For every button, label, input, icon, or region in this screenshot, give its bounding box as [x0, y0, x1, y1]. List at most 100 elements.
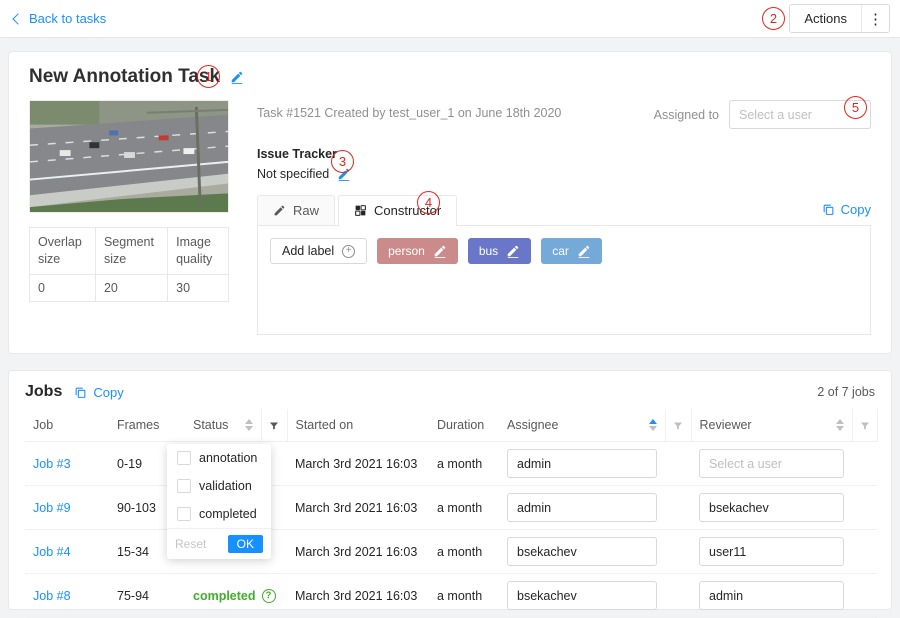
param-header-segment: Segment size [95, 228, 167, 275]
issue-tracker-label: Issue Tracker [257, 147, 871, 161]
back-label: Back to tasks [29, 11, 106, 26]
issue-tracker-value: Not specified [257, 167, 329, 181]
label-name: person [388, 244, 425, 258]
tab-raw[interactable]: Raw [257, 195, 335, 225]
job-link[interactable]: Job #8 [33, 589, 71, 603]
pencil-icon [273, 204, 286, 217]
labels-constructor-panel: Add label person bus car [257, 225, 871, 335]
back-to-tasks-link[interactable]: Back to tasks [10, 11, 106, 26]
jobs-card: Jobs Copy 2 of 7 jobs Job Frames [8, 370, 892, 610]
sort-carets-icon [836, 419, 844, 431]
param-header-quality: Image quality [168, 228, 229, 275]
started-cell: March 3rd 2021 16:03 [287, 574, 429, 618]
task-meta: Task #1521 Created by test_user_1 on Jun… [257, 100, 561, 120]
copy-icon [822, 203, 835, 216]
col-started: Started on [287, 409, 429, 442]
assignee-input[interactable] [507, 449, 657, 478]
reviewer-input[interactable] [699, 537, 844, 566]
started-cell: March 3rd 2021 16:03 [287, 530, 429, 574]
copy-labels-link[interactable]: Copy [822, 202, 871, 225]
filter-option-completed[interactable]: completed [167, 500, 271, 528]
sort-carets-icon [245, 419, 253, 431]
job-link[interactable]: Job #3 [33, 457, 71, 471]
col-reviewer[interactable]: Reviewer [691, 409, 852, 442]
job-link[interactable]: Job #4 [33, 545, 71, 559]
duration-cell: a month [429, 486, 499, 530]
param-value-quality: 30 [168, 274, 229, 301]
jobs-count: 2 of 7 jobs [817, 385, 875, 399]
task-assignee-input[interactable] [729, 100, 871, 129]
job-row: Job #8 75-94 completed March 3rd 2021 16… [25, 574, 877, 618]
task-details-card: New Annotation Task [8, 51, 892, 354]
actions-split-button: Actions [789, 4, 890, 33]
copy-labels-label: Copy [841, 202, 871, 217]
label-tag-car[interactable]: car [541, 238, 602, 264]
edit-issue-tracker-icon[interactable] [337, 167, 351, 181]
frames-cell: 75-94 [109, 574, 185, 618]
checkbox-icon[interactable] [177, 507, 191, 521]
status-filter-dropdown: annotation validation completed Reset OK [167, 444, 271, 559]
edit-label-icon[interactable] [577, 244, 591, 258]
top-bar: Back to tasks Actions [0, 0, 900, 38]
label-name: car [552, 244, 569, 258]
reviewer-input[interactable] [699, 449, 844, 478]
blocks-icon [354, 204, 367, 217]
col-duration: Duration [429, 409, 499, 442]
back-chevron-icon [12, 13, 23, 24]
assignee-input[interactable] [507, 493, 657, 522]
tab-constructor[interactable]: Constructor [338, 195, 457, 226]
plus-circle-icon [342, 245, 355, 258]
sort-carets-icon [649, 419, 657, 431]
help-circle-icon[interactable] [262, 589, 276, 603]
col-assignee[interactable]: Assignee [499, 409, 665, 442]
jobs-title: Jobs [25, 383, 62, 401]
job-row: Job #3 0-19 March 3rd 2021 16:03 a month [25, 442, 877, 486]
kebab-menu-icon[interactable] [861, 5, 889, 32]
edit-label-icon[interactable] [433, 244, 447, 258]
task-title: New Annotation Task [29, 66, 220, 88]
reviewer-filter-icon[interactable] [852, 409, 877, 442]
param-header-overlap: Overlap size [30, 228, 96, 275]
param-value-overlap: 0 [30, 274, 96, 301]
reviewer-input[interactable] [699, 493, 844, 522]
jobs-table: Job Frames Status Started on Duration As… [25, 409, 878, 618]
col-frames: Frames [109, 409, 185, 442]
reviewer-input[interactable] [699, 581, 844, 610]
copy-jobs-link[interactable]: Copy [74, 385, 123, 400]
checkbox-icon[interactable] [177, 451, 191, 465]
filter-ok-button[interactable]: OK [228, 535, 263, 553]
assignee-filter-icon[interactable] [665, 409, 691, 442]
tab-raw-label: Raw [293, 203, 319, 218]
edit-task-name-icon[interactable] [230, 70, 244, 84]
col-status[interactable]: Status [185, 409, 261, 442]
filter-reset-button[interactable]: Reset [175, 537, 206, 551]
label-tag-bus[interactable]: bus [468, 238, 531, 264]
filter-option-annotation[interactable]: annotation [167, 444, 271, 472]
copy-jobs-label: Copy [93, 385, 123, 400]
job-row: Job #4 15-34 March 3rd 2021 16:03 a mont… [25, 530, 877, 574]
checkbox-icon[interactable] [177, 479, 191, 493]
assigned-to-label: Assigned to [654, 108, 719, 122]
started-cell: March 3rd 2021 16:03 [287, 442, 429, 486]
filter-option-validation[interactable]: validation [167, 472, 271, 500]
duration-cell: a month [429, 530, 499, 574]
started-cell: March 3rd 2021 16:03 [287, 486, 429, 530]
status-filter-icon[interactable] [261, 409, 287, 442]
task-preview-image [29, 100, 229, 213]
job-link[interactable]: Job #9 [33, 501, 71, 515]
assignee-input[interactable] [507, 537, 657, 566]
copy-icon [74, 386, 87, 399]
edit-label-icon[interactable] [506, 244, 520, 258]
assignee-input[interactable] [507, 581, 657, 610]
param-value-segment: 20 [95, 274, 167, 301]
status-completed: completed [193, 589, 276, 603]
task-params-table: Overlap size Segment size Image quality … [29, 227, 229, 302]
col-job: Job [25, 409, 109, 442]
label-name: bus [479, 244, 498, 258]
tab-constructor-label: Constructor [374, 203, 441, 218]
add-label-button[interactable]: Add label [270, 238, 367, 264]
label-tag-person[interactable]: person [377, 238, 458, 264]
actions-button[interactable]: Actions [790, 5, 861, 32]
duration-cell: a month [429, 574, 499, 618]
job-row: Job #9 90-103 March 3rd 2021 16:03 a mon… [25, 486, 877, 530]
